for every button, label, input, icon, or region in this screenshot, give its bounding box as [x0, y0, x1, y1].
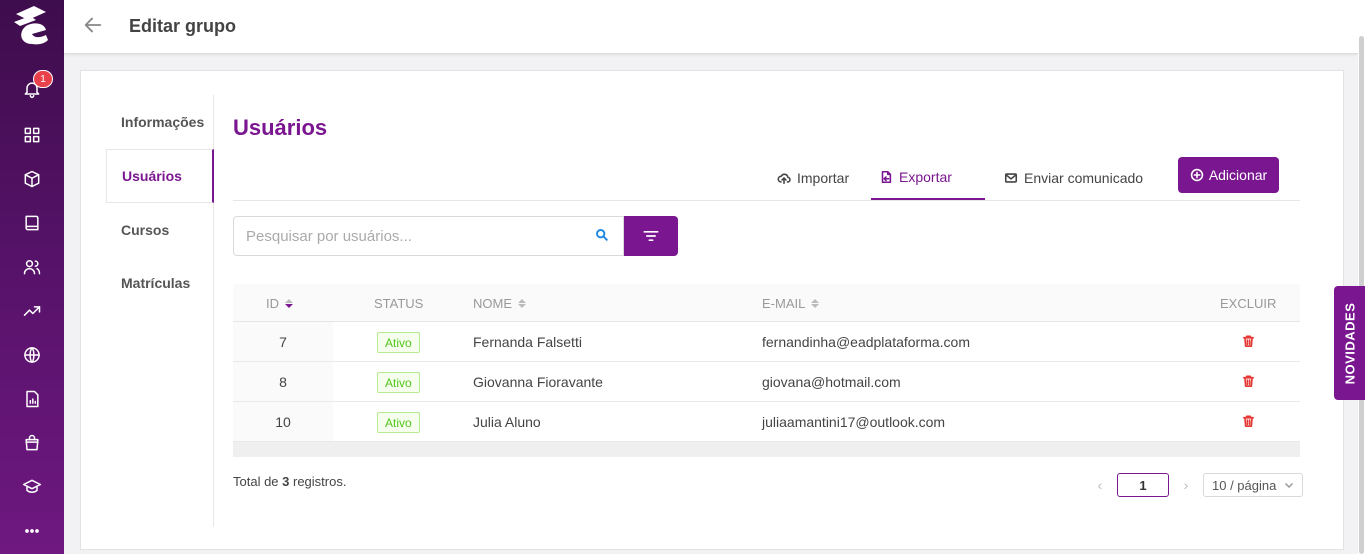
tab-matriculas[interactable]: Matrículas [106, 256, 214, 310]
graduation-cap-icon[interactable] [20, 475, 44, 499]
top-header: Editar grupo [64, 0, 1358, 54]
table-header: ID STATUS NOME E-MAIL EXCLUIR [233, 284, 1300, 322]
mail-icon [1004, 172, 1018, 183]
content-card: Informações Usuários Cursos Matrículas U… [80, 70, 1344, 550]
trending-icon[interactable] [20, 299, 44, 323]
column-id-label: ID [266, 295, 279, 311]
send-communication-label: Enviar comunicado [1024, 169, 1144, 186]
sort-icon[interactable] [811, 298, 820, 308]
row-email: giovana@hotmail.com [762, 373, 901, 390]
row-email: fernandinha@eadplataforma.com [762, 333, 971, 350]
total-prefix: Total de [233, 474, 283, 489]
cloud-upload-icon [777, 173, 791, 184]
vertical-tabs: Informações Usuários Cursos Matrículas [106, 95, 214, 527]
row-id: 7 [233, 322, 333, 361]
column-delete: EXCLUIR [1220, 284, 1276, 322]
notification-badge: 1 [33, 70, 53, 88]
trash-icon[interactable] [1242, 374, 1256, 388]
next-page-icon[interactable]: › [1179, 473, 1193, 497]
table-row[interactable]: 8 Ativo Giovanna Fioravante giovana@hotm… [233, 362, 1300, 402]
page-size-value: 10 / página [1212, 477, 1277, 493]
novidades-tab[interactable]: NOVIDADES [1334, 286, 1365, 400]
action-bar: Importar Exportar Enviar comunicado Adic… [233, 155, 1300, 201]
column-name[interactable]: NOME [473, 284, 526, 322]
sort-icon[interactable] [518, 298, 526, 308]
globe-icon[interactable] [20, 343, 44, 367]
table-horizontal-scrollbar[interactable] [233, 442, 1300, 457]
users-icon[interactable] [20, 255, 44, 279]
add-button[interactable]: Adicionar [1178, 157, 1279, 193]
tab-usuarios[interactable]: Usuários [106, 149, 214, 203]
table-row[interactable]: 7 Ativo Fernanda Falsetti fernandinha@ea… [233, 322, 1300, 362]
pagination: ‹ › 10 / página [1093, 472, 1303, 498]
row-id: 8 [233, 362, 333, 401]
filter-icon [643, 231, 659, 241]
row-name: Julia Aluno [473, 413, 541, 430]
filter-button[interactable] [624, 216, 678, 256]
export-button[interactable]: Exportar [871, 155, 985, 200]
box-icon[interactable] [20, 167, 44, 191]
trash-icon[interactable] [1242, 414, 1256, 428]
column-delete-label: EXCLUIR [1220, 295, 1277, 311]
row-id: 10 [233, 402, 333, 441]
chevron-down-icon [1284, 482, 1294, 489]
search-box [233, 216, 624, 256]
search-input[interactable] [234, 217, 589, 255]
status-badge: Ativo [377, 332, 420, 353]
column-status: STATUS [374, 284, 423, 322]
novidades-label: NOVIDADES [1342, 302, 1358, 384]
add-label: Adicionar [1208, 167, 1268, 183]
page-title: Editar grupo [129, 16, 236, 36]
tab-cursos[interactable]: Cursos [106, 203, 214, 257]
column-id[interactable]: ID [266, 284, 293, 322]
plus-circle-icon [1190, 168, 1204, 182]
grid-icon[interactable] [20, 123, 44, 147]
send-communication-button[interactable]: Enviar comunicado [996, 155, 1151, 200]
column-name-label: NOME [473, 295, 512, 311]
users-table: ID STATUS NOME E-MAIL EXCLUIR 7 Ativo Fe… [233, 284, 1300, 457]
report-icon[interactable] [20, 387, 44, 411]
page-scrollbar[interactable] [1358, 0, 1365, 554]
sidebar: 1 [0, 0, 64, 554]
total-suffix: registros. [289, 474, 347, 489]
total-records: Total de 3 registros. [233, 474, 346, 489]
row-name: Giovanna Fioravante [473, 373, 603, 390]
column-email[interactable]: E-MAIL [762, 284, 820, 322]
book-icon[interactable] [20, 211, 44, 235]
search-icon[interactable] [595, 228, 611, 244]
section-title: Usuários [233, 115, 328, 140]
brand-logo[interactable] [10, 4, 56, 50]
sort-icon[interactable] [285, 298, 293, 308]
export-label: Exportar [899, 168, 952, 185]
file-export-icon [881, 170, 892, 183]
row-name: Fernanda Falsetti [473, 333, 582, 350]
trash-icon[interactable] [1242, 334, 1256, 348]
page-input[interactable] [1117, 473, 1169, 497]
import-label: Importar [797, 169, 850, 186]
import-button[interactable]: Importar [769, 155, 857, 200]
page-size-select[interactable]: 10 / página [1203, 473, 1303, 497]
status-badge: Ativo [377, 412, 420, 433]
table-row[interactable]: 10 Ativo Julia Aluno juliaamantini17@out… [233, 402, 1300, 442]
column-status-label: STATUS [374, 295, 424, 311]
status-badge: Ativo [377, 372, 420, 393]
row-email: juliaamantini17@outlook.com [762, 413, 946, 430]
shopping-bag-icon[interactable] [20, 431, 44, 455]
prev-page-icon[interactable]: ‹ [1093, 473, 1107, 497]
tab-informacoes[interactable]: Informações [106, 95, 214, 149]
column-email-label: E-MAIL [762, 295, 806, 311]
more-icon[interactable] [20, 519, 44, 543]
back-arrow-icon[interactable] [82, 14, 106, 38]
